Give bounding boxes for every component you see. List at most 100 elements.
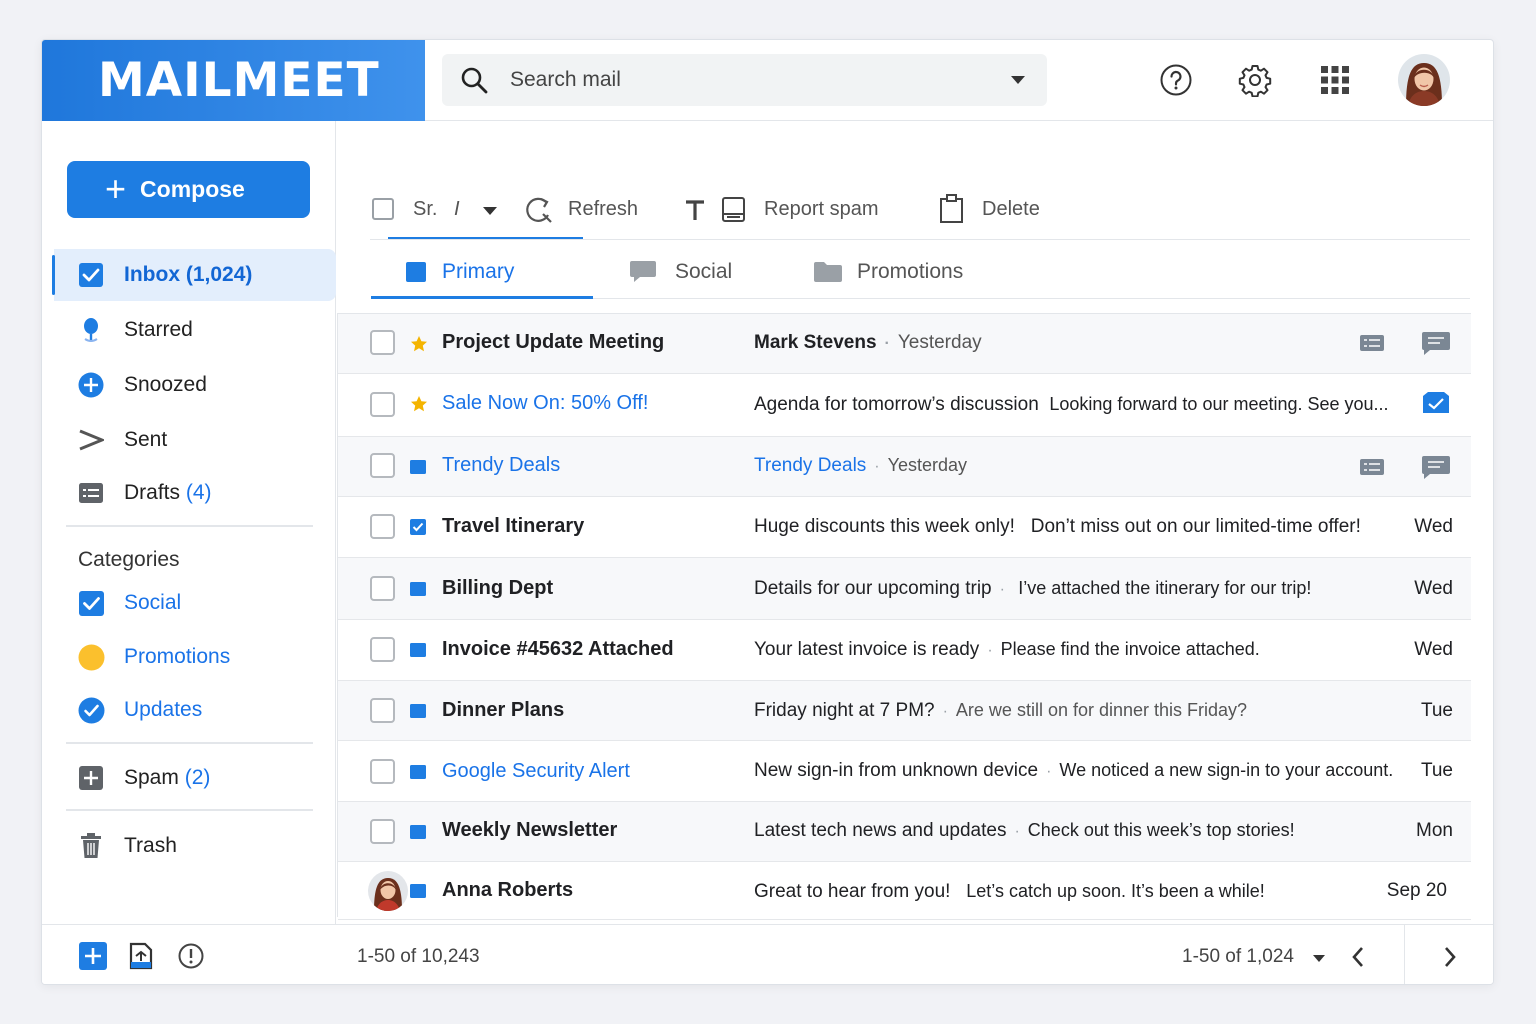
mail-row[interactable]: Travel Itinerary Huge discounts this wee… xyxy=(338,497,1471,558)
tab-promotions[interactable]: Promotions xyxy=(813,252,1013,300)
range-dropdown-icon[interactable] xyxy=(1313,955,1325,962)
text-format-icon[interactable] xyxy=(684,198,706,227)
sidebar-item-sent[interactable]: Sent xyxy=(54,414,336,466)
pagination-range-right[interactable]: 1-50 of 1,024 xyxy=(1182,946,1294,968)
sidebar-item-starred[interactable]: Starred xyxy=(54,304,336,356)
sidebar-item-trash[interactable]: Trash xyxy=(54,820,336,872)
send-arrow-icon xyxy=(78,427,104,453)
mail-row[interactable]: Sale Now On: 50% Off! Agenda for tomorro… xyxy=(338,374,1471,437)
mail-row[interactable]: Billing Dept Details for our upcoming tr… xyxy=(338,558,1471,620)
row-checkbox[interactable] xyxy=(370,514,395,539)
sidebar-item-spam[interactable]: Spam (2) xyxy=(54,752,336,804)
mail-row[interactable]: Weekly Newsletter Latest tech news and u… xyxy=(338,802,1471,862)
active-tab-underline xyxy=(371,296,593,299)
search-options-dropdown-icon[interactable] xyxy=(1011,76,1025,84)
updates-check-circle-icon xyxy=(78,697,105,724)
delete-clipboard-icon[interactable] xyxy=(939,194,965,229)
chevron-left-icon[interactable] xyxy=(1350,946,1366,973)
info-clock-icon[interactable] xyxy=(178,943,204,974)
separator-dot: · xyxy=(942,703,948,720)
separator-dot: · xyxy=(999,581,1005,598)
plus-icon: + xyxy=(105,167,127,209)
sidebar-item-label: Sent xyxy=(124,428,168,451)
search-input[interactable]: Search mail xyxy=(510,68,621,92)
chat-icon[interactable] xyxy=(1421,455,1451,486)
app-logo[interactable]: MAILMEET xyxy=(42,40,425,121)
tab-primary[interactable]: Primary xyxy=(405,252,605,300)
pin-icon xyxy=(78,317,104,343)
sidebar-item-label: Inbox xyxy=(124,263,180,286)
email-snippet: I’ve attached the itinerary for our trip… xyxy=(1018,578,1312,598)
sidebar-item-inbox[interactable]: Inbox (1,024) xyxy=(52,249,336,301)
row-checkbox[interactable] xyxy=(370,698,395,723)
categories-heading: Categories xyxy=(78,548,180,571)
sidebar-item-label: Starred xyxy=(124,318,193,341)
star-icon[interactable] xyxy=(410,335,428,353)
report-spam-icon[interactable] xyxy=(721,196,747,229)
email-date-inline: Yesterday xyxy=(887,455,968,475)
help-icon[interactable] xyxy=(1158,62,1194,98)
report-spam-button[interactable]: Report spam xyxy=(764,198,879,221)
row-checkbox[interactable] xyxy=(370,759,395,784)
envelope-check-icon[interactable] xyxy=(1421,391,1451,420)
account-avatar[interactable] xyxy=(1398,54,1450,106)
label-icon[interactable] xyxy=(1359,334,1385,357)
row-checkbox[interactable] xyxy=(370,576,395,601)
email-sender: Project Update Meeting xyxy=(442,331,665,353)
tab-social[interactable]: Social xyxy=(629,252,769,300)
star-icon[interactable] xyxy=(410,395,428,413)
sidebar-item-snoozed[interactable]: Snoozed xyxy=(54,359,336,411)
toolbar-divider xyxy=(370,239,1470,240)
compose-button[interactable]: + Compose xyxy=(67,161,310,218)
sidebar-item-label: Snoozed xyxy=(124,373,207,396)
row-checkbox[interactable] xyxy=(370,330,395,355)
row-checkbox[interactable] xyxy=(370,819,395,844)
search-bar[interactable]: Search mail xyxy=(442,54,1047,106)
mail-row[interactable]: Dinner Plans Friday night at 7 PM? · Are w… xyxy=(338,681,1471,741)
email-date: Sep 20 xyxy=(1386,880,1447,901)
search-icon[interactable] xyxy=(460,66,488,99)
document-icon[interactable] xyxy=(128,942,154,975)
row-checkbox[interactable] xyxy=(370,453,395,478)
sidebar-item-promotions[interactable]: Promotions xyxy=(78,638,318,678)
sidebar-item-social[interactable]: Social xyxy=(78,584,318,624)
sidebar-divider xyxy=(66,742,313,744)
separator-dot: · xyxy=(1046,763,1052,780)
chat-icon[interactable] xyxy=(1421,331,1451,362)
row-checkbox[interactable] xyxy=(370,637,395,662)
email-date: Tue xyxy=(1420,760,1453,781)
mail-row[interactable]: Invoice #45632 Attached Your latest invo… xyxy=(338,620,1471,681)
mail-row[interactable]: Project Update Meeting Mark Stevens · Yest… xyxy=(338,314,1471,374)
refresh-icon[interactable] xyxy=(524,196,554,229)
select-all-checkbox[interactable] xyxy=(372,198,394,220)
row-checkbox[interactable] xyxy=(370,392,395,417)
sidebar-item-drafts[interactable]: Drafts (4) xyxy=(54,467,336,519)
label-icon[interactable] xyxy=(1359,458,1385,481)
email-sender: Google Security Alert xyxy=(442,760,630,782)
select-dropdown-icon[interactable] xyxy=(483,207,497,215)
refresh-button[interactable]: Refresh xyxy=(568,198,638,221)
drafts-icon xyxy=(78,480,104,506)
mail-row[interactable]: Trendy Deals Trendy Deals · Yesterday xyxy=(338,437,1471,497)
primary-tab-icon xyxy=(405,261,427,289)
mail-row[interactable]: Anna Roberts Great to hear from you! Let… xyxy=(338,862,1471,920)
select-label[interactable]: Sr. xyxy=(413,198,437,221)
pagination-divider xyxy=(1404,925,1405,984)
plus-circle-icon xyxy=(78,372,104,398)
compose-label: Compose xyxy=(140,176,245,202)
chevron-right-icon[interactable] xyxy=(1442,946,1458,973)
add-icon[interactable] xyxy=(78,941,108,976)
email-snippet: Check out this week’s top stories! xyxy=(1027,820,1295,840)
email-date: Mon xyxy=(1416,820,1453,841)
social-check-icon xyxy=(78,590,105,617)
mail-row[interactable]: Google Security Alert New sign-in from u… xyxy=(338,741,1471,802)
sort-text-icon[interactable]: I xyxy=(454,198,460,221)
apps-grid-icon[interactable] xyxy=(1317,62,1353,98)
sidebar-item-label: Drafts xyxy=(124,481,181,504)
mail-app-window: MAILMEET Search mail + Compose Inbox (1,… xyxy=(41,39,1494,985)
sidebar-item-updates[interactable]: Updates xyxy=(78,691,318,731)
promotions-folder-icon xyxy=(813,261,843,289)
header: MAILMEET Search mail xyxy=(42,40,1493,121)
settings-gear-icon[interactable] xyxy=(1237,62,1273,98)
delete-button[interactable]: Delete xyxy=(982,198,1040,221)
